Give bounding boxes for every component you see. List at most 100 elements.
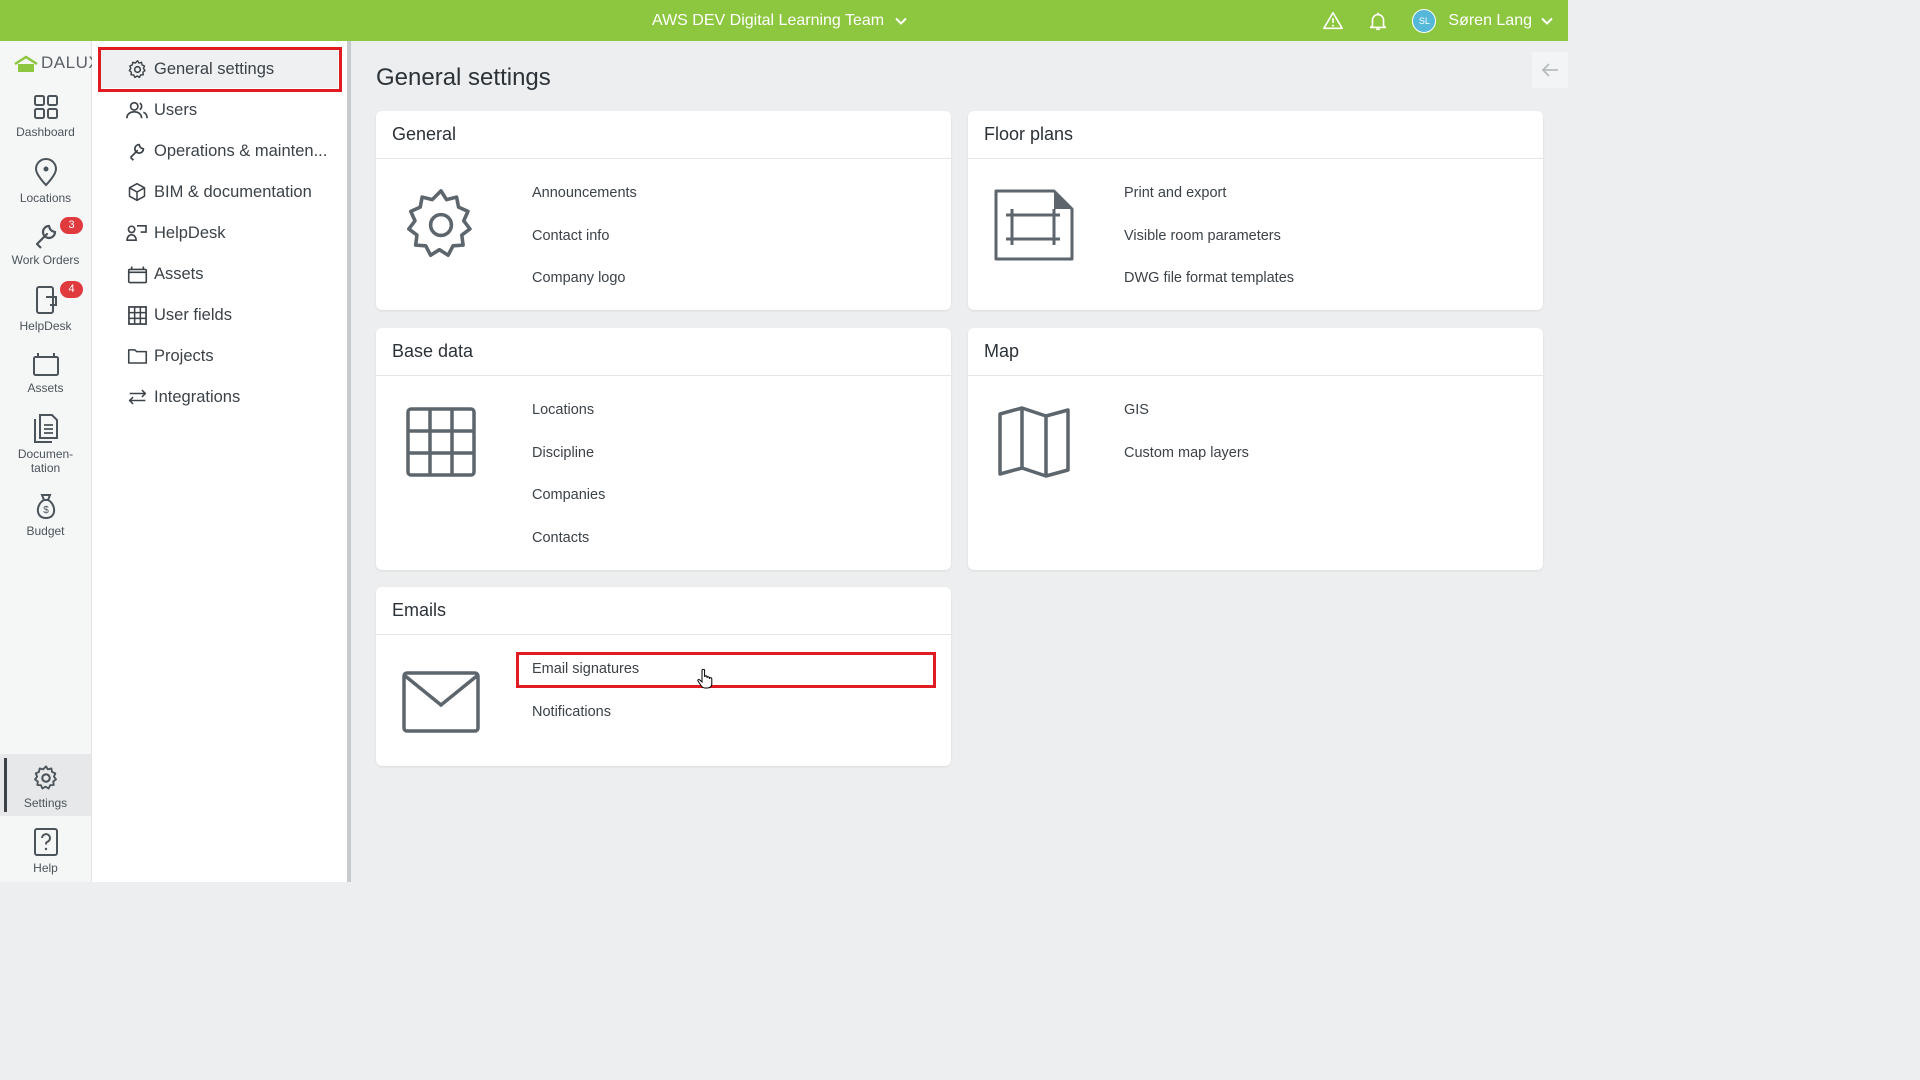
rail-item-help[interactable]: Help bbox=[0, 827, 91, 875]
rail-item-helpdesk[interactable]: 4 HelpDesk bbox=[0, 281, 91, 333]
link-gis[interactable]: GIS bbox=[1124, 400, 1249, 443]
link-custom-map-layers[interactable]: Custom map layers bbox=[1124, 443, 1249, 486]
card-general: General Announcements Contact info Compa… bbox=[376, 111, 951, 310]
card-title: General bbox=[376, 111, 951, 159]
subnav-label: BIM & documentation bbox=[154, 182, 312, 201]
warning-icon[interactable] bbox=[1322, 10, 1344, 32]
hand-cursor-icon bbox=[697, 669, 713, 689]
card-title: Base data bbox=[376, 328, 951, 376]
link-print-and-export[interactable]: Print and export bbox=[1124, 183, 1294, 226]
floor-plan-icon bbox=[994, 189, 1074, 261]
arrow-left-icon bbox=[1541, 63, 1558, 77]
card-title: Emails bbox=[376, 587, 951, 635]
subnav-item-users[interactable]: Users bbox=[126, 95, 197, 125]
top-bar: AWS DEV Digital Learning Team SL Søren L… bbox=[0, 0, 1568, 41]
table-icon bbox=[127, 305, 147, 325]
link-company-logo[interactable]: Company logo bbox=[532, 268, 637, 311]
helpdesk-icon bbox=[126, 224, 147, 242]
help-icon bbox=[33, 828, 58, 856]
rail-item-documentation[interactable]: Documen- tation bbox=[0, 413, 91, 475]
subnav-item-integrations[interactable]: Integrations bbox=[126, 382, 240, 412]
helpdesk-icon bbox=[35, 286, 57, 314]
user-name[interactable]: Søren Lang bbox=[1448, 12, 1532, 30]
card-floor-plans: Floor plans Print and export Visible roo… bbox=[968, 111, 1543, 310]
rail-item-assets[interactable]: Assets bbox=[0, 351, 91, 395]
gear-icon bbox=[128, 59, 146, 78]
rail-label: Locations bbox=[19, 191, 72, 205]
envelope-icon bbox=[402, 671, 480, 733]
rail-item-dashboard[interactable]: Dashboard bbox=[0, 93, 91, 139]
users-icon bbox=[126, 101, 148, 119]
assets-icon bbox=[127, 265, 147, 283]
link-contacts[interactable]: Contacts bbox=[532, 528, 605, 571]
rail-label: Assets bbox=[27, 381, 64, 395]
subnav-label: Integrations bbox=[154, 387, 241, 406]
subnav-item-operations[interactable]: Operations & mainten... bbox=[126, 136, 327, 166]
subnav-label: Users bbox=[154, 100, 198, 119]
highlight-box bbox=[516, 652, 936, 688]
subnav-item-helpdesk[interactable]: HelpDesk bbox=[126, 218, 226, 248]
link-discipline[interactable]: Discipline bbox=[532, 443, 605, 486]
gear-icon bbox=[33, 765, 57, 790]
link-dwg-templates[interactable]: DWG file format templates bbox=[1124, 268, 1294, 311]
page-title: General settings bbox=[376, 64, 551, 91]
rail-label: Work Orders bbox=[11, 253, 80, 267]
arrows-icon bbox=[128, 389, 146, 405]
grid-icon bbox=[33, 95, 58, 119]
house-logo-icon bbox=[14, 55, 38, 72]
team-name: AWS DEV Digital Learning Team bbox=[652, 11, 885, 29]
rail-item-work-orders[interactable]: 3 Work Orders bbox=[0, 217, 91, 267]
grid-table-icon bbox=[406, 407, 476, 477]
chevron-down-icon bbox=[895, 17, 907, 25]
subnav-item-projects[interactable]: Projects bbox=[126, 341, 214, 371]
work-orders-badge: 3 bbox=[60, 217, 83, 234]
document-icon bbox=[33, 414, 58, 443]
rail-label: Budget bbox=[26, 524, 65, 538]
settings-subnav: General settings Users Operations & main… bbox=[92, 41, 351, 882]
link-contact-info[interactable]: Contact info bbox=[532, 226, 637, 269]
rail-label: HelpDesk bbox=[19, 319, 72, 333]
subnav-label: General settings bbox=[154, 59, 275, 78]
rail-item-budget[interactable]: $ Budget bbox=[0, 492, 91, 538]
dalux-logo[interactable]: DALUX bbox=[14, 53, 100, 73]
assets-icon bbox=[32, 353, 59, 376]
subnav-label: Operations & mainten... bbox=[154, 141, 328, 160]
wrench-icon bbox=[129, 143, 145, 161]
gear-icon bbox=[407, 189, 472, 258]
left-rail: DALUX Dashboard Locations 3 Work Orders … bbox=[0, 41, 100, 882]
link-locations[interactable]: Locations bbox=[532, 400, 605, 443]
rail-label: Help bbox=[33, 861, 58, 875]
card-title: Floor plans bbox=[968, 111, 1543, 159]
wrench-icon bbox=[35, 224, 56, 249]
settings-content: Settings bbox=[0, 764, 91, 810]
team-selector[interactable]: AWS DEV Digital Learning Team bbox=[652, 0, 908, 41]
subnav-item-user-fields[interactable]: User fields bbox=[126, 300, 232, 330]
rail-item-locations[interactable]: Locations bbox=[0, 157, 91, 205]
rail-item-settings[interactable]: Settings bbox=[0, 754, 91, 816]
chevron-down-icon[interactable] bbox=[1540, 14, 1554, 28]
link-companies[interactable]: Companies bbox=[532, 485, 605, 528]
subnav-item-general-settings[interactable]: General settings bbox=[126, 54, 274, 84]
card-base-data: Base data Locations Discipline Companies… bbox=[376, 328, 951, 570]
rail-label: Settings bbox=[23, 796, 68, 810]
cube-icon bbox=[128, 182, 146, 202]
card-title: Map bbox=[968, 328, 1543, 376]
subnav-label: HelpDesk bbox=[154, 223, 226, 242]
subnav-item-assets[interactable]: Assets bbox=[126, 259, 204, 289]
helpdesk-badge: 4 bbox=[60, 281, 83, 298]
svg-text:$: $ bbox=[43, 505, 49, 516]
folder-icon bbox=[127, 349, 147, 364]
card-map: Map GIS Custom map layers bbox=[968, 328, 1543, 570]
rail-label: Dashboard bbox=[16, 125, 75, 139]
subnav-item-bim[interactable]: BIM & documentation bbox=[126, 177, 312, 207]
collapse-button[interactable] bbox=[1532, 52, 1568, 88]
subnav-label: Assets bbox=[154, 264, 204, 283]
subnav-label: User fields bbox=[154, 305, 232, 324]
bell-icon[interactable] bbox=[1367, 10, 1389, 32]
link-visible-room-parameters[interactable]: Visible room parameters bbox=[1124, 226, 1294, 269]
subnav-label: Projects bbox=[154, 346, 214, 365]
map-icon bbox=[998, 406, 1070, 478]
link-announcements[interactable]: Announcements bbox=[532, 183, 637, 226]
link-notifications[interactable]: Notifications bbox=[532, 702, 639, 745]
avatar[interactable]: SL bbox=[1412, 8, 1437, 33]
